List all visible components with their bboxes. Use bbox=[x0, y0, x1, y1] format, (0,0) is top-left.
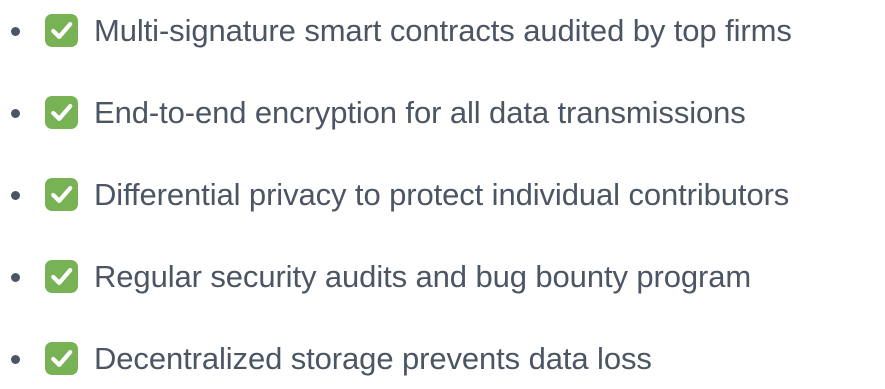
bullet-icon bbox=[11, 355, 20, 364]
list-item: Decentralized storage prevents data loss bbox=[0, 329, 885, 389]
check-mark-button-icon bbox=[45, 96, 78, 129]
list-item: End-to-end encryption for all data trans… bbox=[0, 83, 885, 143]
check-mark-button-icon bbox=[45, 14, 78, 47]
list-item: Multi-signature smart contracts audited … bbox=[0, 1, 885, 61]
security-feature-list: Multi-signature smart contracts audited … bbox=[0, 0, 885, 378]
feature-label: End-to-end encryption for all data trans… bbox=[94, 95, 746, 130]
bullet-icon bbox=[11, 109, 20, 118]
bullet-icon bbox=[11, 273, 20, 282]
feature-label: Differential privacy to protect individu… bbox=[94, 177, 790, 212]
check-mark-button-icon bbox=[45, 260, 78, 293]
feature-label: Regular security audits and bug bounty p… bbox=[94, 259, 752, 294]
list-item: Regular security audits and bug bounty p… bbox=[0, 247, 885, 307]
list-item: Differential privacy to protect individu… bbox=[0, 165, 885, 225]
feature-label: Multi-signature smart contracts audited … bbox=[94, 13, 792, 48]
bullet-icon bbox=[11, 191, 20, 200]
feature-label: Decentralized storage prevents data loss bbox=[94, 341, 652, 376]
check-mark-button-icon bbox=[45, 178, 78, 211]
bullet-icon bbox=[11, 27, 20, 36]
check-mark-button-icon bbox=[45, 342, 78, 375]
